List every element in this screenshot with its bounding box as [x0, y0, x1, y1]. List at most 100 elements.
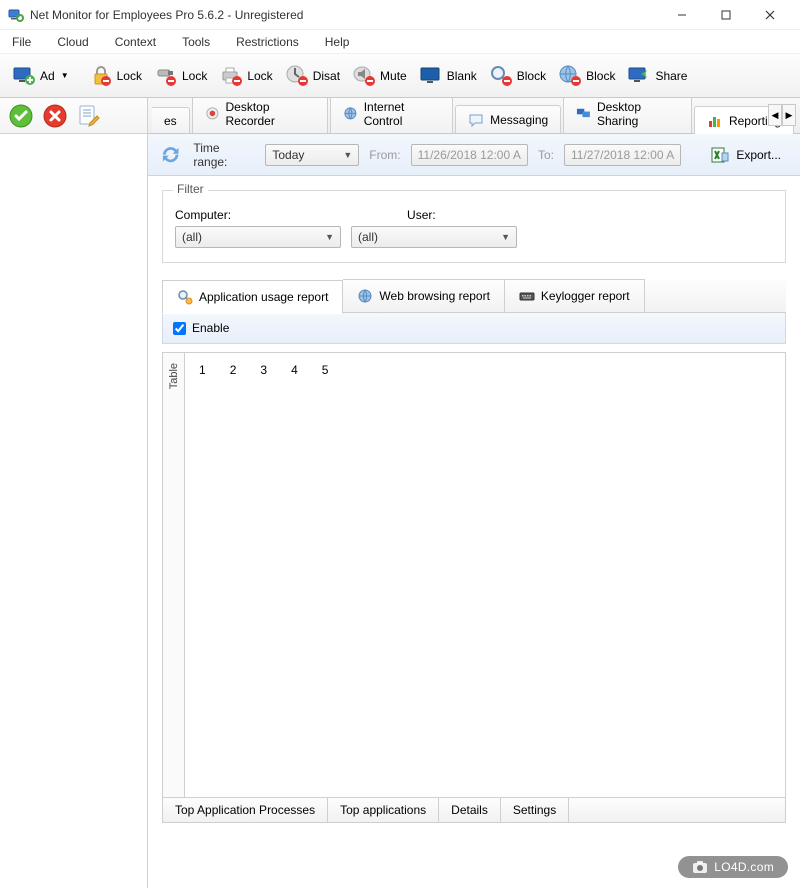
user-label: User:: [407, 208, 436, 222]
timerange-select[interactable]: Today▼: [265, 144, 359, 166]
recorder-icon: [205, 106, 220, 122]
menu-context[interactable]: Context: [111, 33, 160, 51]
padlock-icon: [89, 64, 113, 88]
main-tabs: es Desktop Recorder Internet Control Mes…: [148, 98, 800, 134]
monitor-blank-icon: [419, 64, 443, 88]
menu-help[interactable]: Help: [321, 33, 354, 51]
monitor-share-icon: [627, 64, 651, 88]
tab-scroll-left[interactable]: ◀: [768, 104, 782, 126]
app-icon: [8, 7, 24, 23]
tab-scroll-right[interactable]: ▶: [782, 104, 796, 126]
computer-list[interactable]: [0, 134, 147, 888]
btab-top-processes[interactable]: Top Application Processes: [163, 798, 328, 822]
tab-desktop-recorder[interactable]: Desktop Recorder: [192, 98, 328, 133]
tab-keylogger[interactable]: Keylogger report: [505, 279, 645, 312]
magnifier-block-icon: [489, 64, 513, 88]
to-date[interactable]: 11/27/2018 12:00 A▼: [564, 144, 681, 166]
disable-button[interactable]: Disat: [279, 58, 346, 94]
monitor-add-icon: [12, 64, 36, 88]
from-date[interactable]: 11/26/2018 12:00 A▼: [411, 144, 528, 166]
globe-icon: [357, 288, 373, 304]
left-panel: [0, 98, 148, 888]
tab-desktop-sharing[interactable]: Desktop Sharing: [563, 98, 692, 133]
block-web-button[interactable]: Block: [552, 58, 621, 94]
computer-label: Computer:: [175, 208, 231, 222]
timerange-label: Time range:: [193, 141, 255, 169]
computer-select[interactable]: (all)▼: [175, 226, 341, 248]
disable-icon: [285, 64, 309, 88]
tab-internet-control[interactable]: Internet Control: [330, 98, 453, 133]
excel-icon: [710, 145, 730, 165]
title-bar: Net Monitor for Employees Pro 5.6.2 - Un…: [0, 0, 800, 30]
ok-icon[interactable]: [8, 103, 34, 129]
camera-icon: [692, 860, 708, 874]
lock-printer-button[interactable]: Lock: [213, 58, 278, 94]
btab-settings[interactable]: Settings: [501, 798, 569, 822]
globe-icon: [343, 106, 358, 122]
export-button[interactable]: Export...: [701, 141, 790, 169]
monitors-icon: [576, 106, 591, 122]
col-3[interactable]: 3: [260, 363, 267, 377]
tab-app-usage[interactable]: Application usage report: [162, 280, 343, 314]
globe-block-icon: [558, 64, 582, 88]
main-area: es Desktop Recorder Internet Control Mes…: [0, 98, 800, 888]
enable-row: Enable: [162, 313, 786, 344]
maximize-button[interactable]: [704, 1, 748, 29]
lock-usb-button[interactable]: Lock: [148, 58, 213, 94]
enable-checkbox[interactable]: [173, 322, 186, 335]
col-4[interactable]: 4: [291, 363, 298, 377]
edit-icon[interactable]: [76, 103, 102, 129]
to-label: To:: [538, 148, 554, 162]
chevron-down-icon: ▼: [527, 150, 528, 160]
user-select[interactable]: (all)▼: [351, 226, 517, 248]
minimize-button[interactable]: [660, 1, 704, 29]
chevron-down-icon: ▼: [343, 150, 352, 160]
add-button[interactable]: Ad▼: [6, 58, 75, 94]
window-title: Net Monitor for Employees Pro 5.6.2 - Un…: [30, 8, 660, 22]
speaker-mute-icon: [352, 64, 376, 88]
bottom-tabs: Top Application Processes Top applicatio…: [162, 798, 786, 823]
dropdown-icon: ▼: [61, 71, 69, 80]
btab-top-apps[interactable]: Top applications: [328, 798, 439, 822]
filter-group: Filter Computer: User: (all)▼ (all)▼: [162, 190, 786, 263]
menu-file[interactable]: File: [8, 33, 35, 51]
tab-web-browsing[interactable]: Web browsing report: [343, 279, 505, 312]
right-panel: es Desktop Recorder Internet Control Mes…: [148, 98, 800, 888]
tab-partial[interactable]: es: [152, 107, 190, 133]
main-toolbar: Ad▼ Lock Lock Lock Disat Mute Blank Bloc…: [0, 54, 800, 98]
table-area: Table 1 2 3 4 5: [162, 352, 786, 798]
col-2[interactable]: 2: [230, 363, 237, 377]
block-search-button[interactable]: Block: [483, 58, 552, 94]
menu-restrictions[interactable]: Restrictions: [232, 33, 303, 51]
enable-label: Enable: [192, 321, 229, 335]
report-tabs: Application usage report Web browsing re…: [162, 279, 786, 313]
menu-tools[interactable]: Tools: [178, 33, 214, 51]
magnifier-gear-icon: [177, 289, 193, 305]
menu-bar: File Cloud Context Tools Restrictions He…: [0, 30, 800, 54]
left-toolbar: [0, 98, 147, 134]
col-5[interactable]: 5: [322, 363, 329, 377]
timerange-bar: Time range: Today▼ From: 11/26/2018 12:0…: [148, 134, 800, 176]
lock-padlock-button[interactable]: Lock: [83, 58, 148, 94]
refresh-icon[interactable]: [158, 142, 183, 168]
tab-messaging[interactable]: Messaging: [455, 105, 561, 133]
chart-icon: [707, 113, 723, 129]
chevron-down-icon: ▼: [680, 150, 681, 160]
share-button[interactable]: Share: [621, 58, 693, 94]
menu-cloud[interactable]: Cloud: [53, 33, 92, 51]
chevron-down-icon: ▼: [501, 232, 510, 242]
col-1[interactable]: 1: [199, 363, 206, 377]
chat-icon: [468, 112, 484, 128]
close-button[interactable]: [748, 1, 792, 29]
data-table[interactable]: 1 2 3 4 5: [184, 352, 786, 798]
usb-lock-icon: [154, 64, 178, 88]
blank-button[interactable]: Blank: [413, 58, 483, 94]
printer-lock-icon: [219, 64, 243, 88]
filter-legend: Filter: [173, 182, 208, 196]
btab-details[interactable]: Details: [439, 798, 501, 822]
cancel-icon[interactable]: [42, 103, 68, 129]
mute-button[interactable]: Mute: [346, 58, 413, 94]
keyboard-icon: [519, 288, 535, 304]
column-headers: 1 2 3 4 5: [199, 363, 771, 377]
table-vertical-tab[interactable]: Table: [162, 352, 184, 798]
